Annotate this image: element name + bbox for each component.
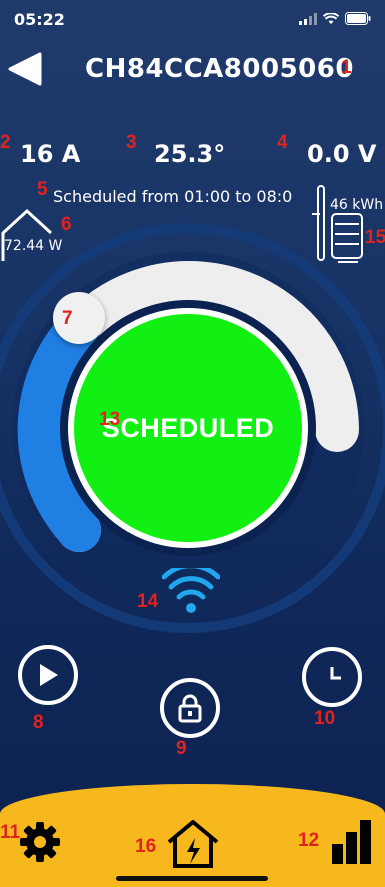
marker-7: 7: [62, 308, 73, 329]
clock-icon: [330, 667, 341, 680]
charging-status-label: SCHEDULED: [101, 412, 275, 443]
current-value: 16 A: [20, 140, 81, 168]
marker-13: 13: [99, 409, 121, 430]
wifi-icon: [162, 568, 220, 613]
lock-button[interactable]: [160, 678, 220, 738]
timer-button[interactable]: [302, 647, 362, 707]
device-id-title: CH84CCA8005060: [85, 54, 354, 84]
statistics-button[interactable]: [330, 818, 374, 864]
marker-3: 3: [126, 132, 137, 153]
voltage-value: 0.0 V: [307, 140, 377, 168]
marker-14: 14: [137, 591, 159, 612]
back-button[interactable]: [6, 52, 42, 86]
marker-16: 16: [135, 836, 157, 857]
schedule-text: Scheduled from 01:00 to 08:0: [53, 187, 293, 206]
status-bar: 05:22: [0, 0, 385, 40]
home-lightning-icon: [167, 820, 219, 868]
marker-12: 12: [298, 830, 320, 851]
marker-1: 1: [341, 57, 352, 78]
temperature-value: 25.3°: [154, 140, 226, 168]
back-arrow-icon: [8, 52, 42, 86]
marker-5: 5: [37, 179, 48, 200]
signal-icon: [299, 12, 317, 25]
marker-9: 9: [176, 738, 187, 759]
wifi-status-icon: [323, 12, 339, 24]
marker-4: 4: [277, 132, 288, 153]
marker-8: 8: [33, 712, 44, 733]
battery-energy-value: 46 kWh: [330, 197, 384, 213]
home-energy-button[interactable]: [165, 818, 221, 870]
battery-status-icon: [345, 12, 371, 25]
status-icons: [299, 12, 371, 25]
ring-slider-handle[interactable]: [53, 292, 105, 344]
gear-icon: [20, 822, 60, 862]
lock-icon: [178, 694, 202, 723]
marker-10: 10: [314, 708, 336, 729]
settings-button[interactable]: [16, 818, 64, 866]
marker-2: 2: [0, 132, 11, 153]
bar-chart-icon: [332, 820, 371, 864]
home-indicator: [116, 876, 268, 881]
status-time: 05:22: [14, 10, 65, 29]
play-icon: [40, 664, 58, 686]
play-button[interactable]: [18, 645, 78, 705]
